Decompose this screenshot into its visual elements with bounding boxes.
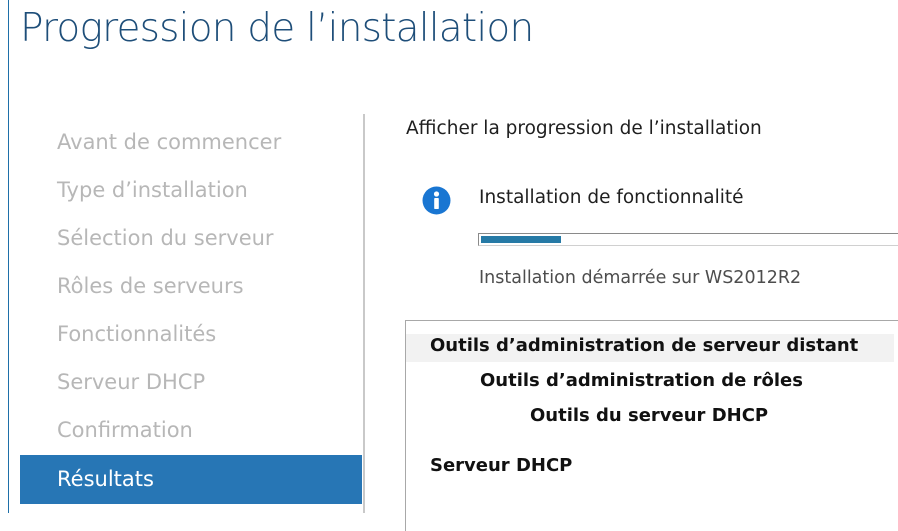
wizard-nav: Avant de commencer Type d’installation S… (20, 118, 362, 504)
page-title: Progression de l’installation (20, 6, 534, 51)
nav-item-server-roles[interactable]: Rôles de serveurs (20, 262, 362, 310)
nav-item-results[interactable]: Résultats (20, 455, 362, 504)
nav-item-before-you-begin[interactable]: Avant de commencer (20, 118, 362, 166)
progress-bar (478, 233, 898, 246)
window-border (8, 0, 9, 513)
nav-item-server-selection[interactable]: Sélection du serveur (20, 214, 362, 262)
status-title: Installation de fonctionnalité (479, 187, 744, 208)
nav-divider (363, 114, 365, 513)
result-item: Outils d’administration de rôles (480, 370, 803, 391)
status-subtitle: Installation démarrée sur WS2012R2 (479, 268, 802, 288)
info-icon (422, 186, 451, 215)
result-item: Outils d’administration de serveur dista… (430, 335, 859, 356)
nav-item-dhcp-server[interactable]: Serveur DHCP (20, 358, 362, 406)
nav-item-installation-type[interactable]: Type d’installation (20, 166, 362, 214)
nav-item-features[interactable]: Fonctionnalités (20, 310, 362, 358)
result-item: Serveur DHCP (430, 455, 573, 476)
content-heading: Afficher la progression de l’installatio… (406, 118, 762, 139)
result-item: Outils du serveur DHCP (530, 405, 769, 426)
nav-item-confirmation[interactable]: Confirmation (20, 406, 362, 454)
progress-fill (481, 236, 561, 243)
wizard-window: Progression de l’installation Avant de c… (0, 0, 898, 531)
